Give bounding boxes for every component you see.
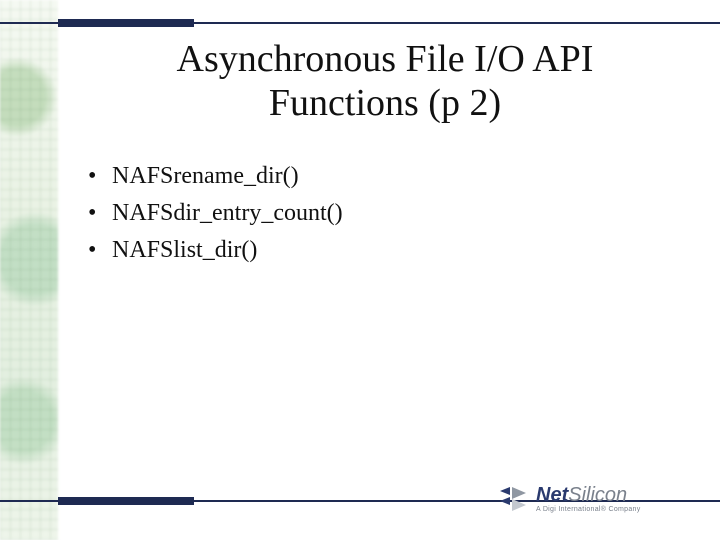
bullet-text: NAFSlist_dir()	[112, 237, 257, 263]
bullet-list: NAFSrename_dir() NAFSdir_entry_count() N…	[88, 158, 343, 270]
logo-brand-net: Net	[536, 484, 568, 506]
logo-text: NetSilicon A Digi International® Company	[536, 485, 641, 513]
top-divider-thick	[58, 19, 194, 27]
list-item: NAFSrename_dir()	[88, 158, 343, 195]
top-divider	[0, 22, 720, 24]
bullet-text: NAFSdir_entry_count()	[112, 200, 343, 226]
slide-title-line2: Functions (p 2)	[269, 82, 501, 124]
logo-tagline: A Digi International® Company	[536, 506, 641, 513]
bullet-text: NAFSrename_dir()	[112, 163, 299, 189]
logo-brand: NetSilicon	[536, 485, 641, 506]
logo-mark-icon	[500, 487, 528, 511]
list-item: NAFSdir_entry_count()	[88, 195, 343, 232]
slide-title: Asynchronous File I/O API Functions (p 2…	[90, 38, 680, 125]
slide-title-line1: Asynchronous File I/O API	[177, 38, 594, 80]
logo-brand-silicon: Silicon	[568, 484, 627, 506]
decorative-left-strip	[0, 0, 58, 540]
bottom-divider-thick	[58, 497, 194, 505]
list-item: NAFSlist_dir()	[88, 232, 343, 269]
netsilicon-logo: NetSilicon A Digi International® Company	[500, 476, 690, 522]
